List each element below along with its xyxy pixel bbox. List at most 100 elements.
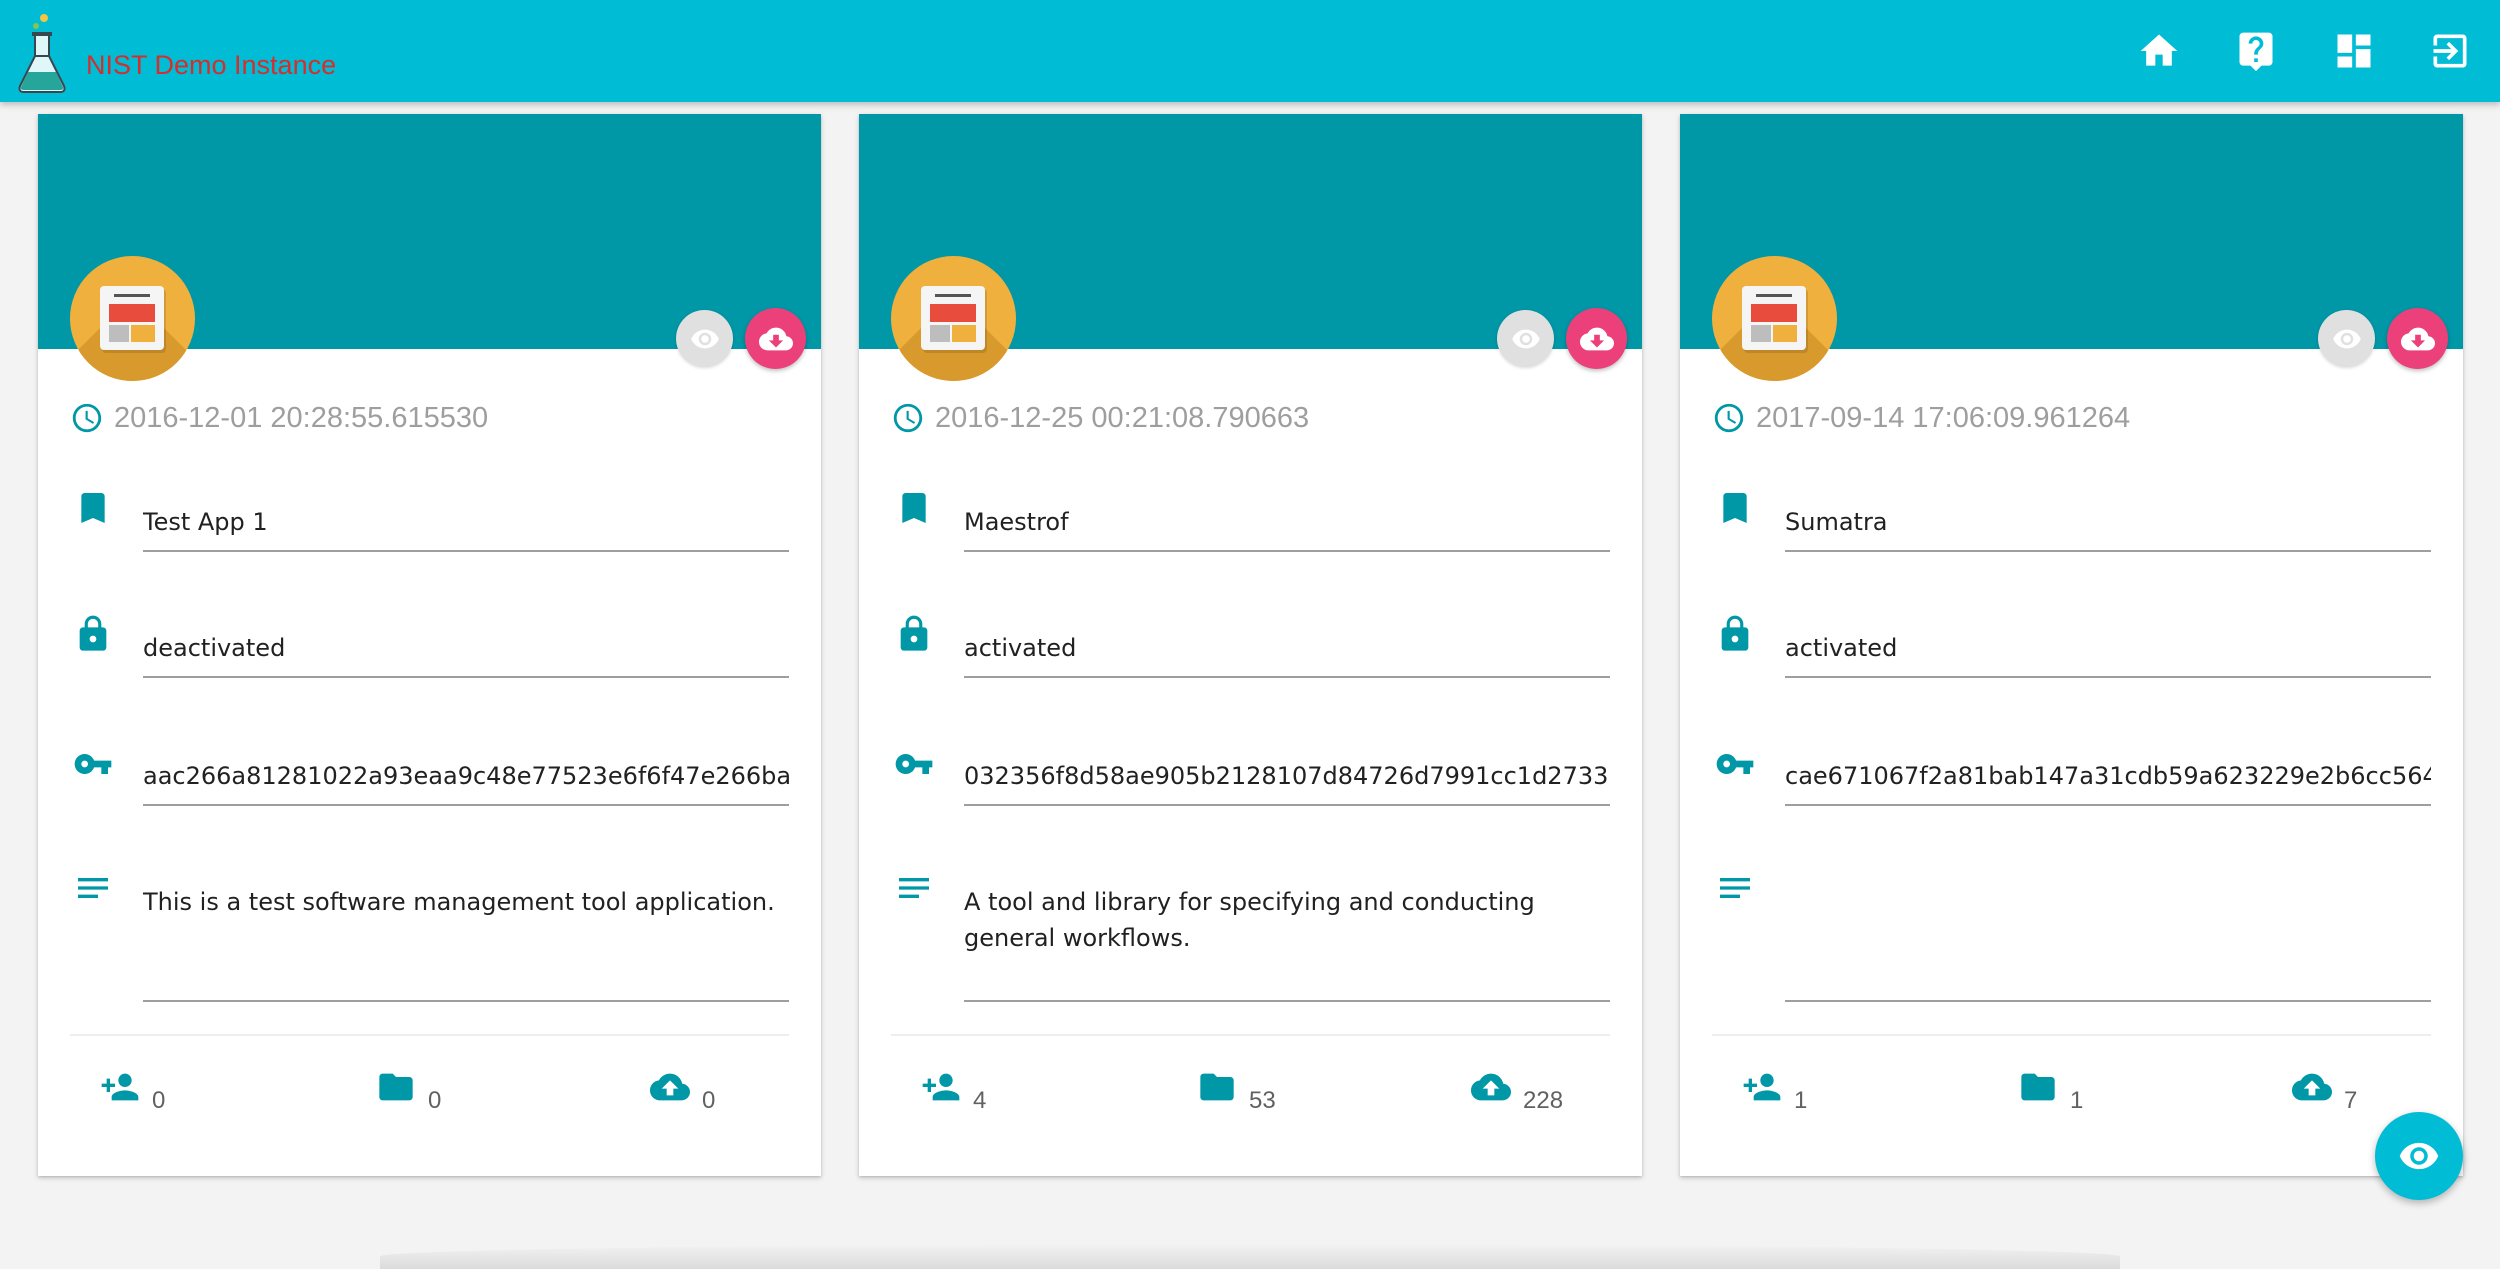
folders-stat: 1	[2018, 1067, 2083, 1114]
cloud-download-icon	[2401, 322, 2435, 356]
group-add-icon	[1742, 1067, 1782, 1107]
folders-stat: 53	[1197, 1067, 1276, 1114]
description-field[interactable]: This is a test software management tool …	[143, 884, 789, 1002]
timestamp-row: 2017-09-14 17:06:09.961264	[1712, 398, 2130, 438]
users-count: 4	[973, 1087, 987, 1114]
cloud-download-icon	[1580, 322, 1614, 356]
key-icon	[73, 744, 113, 784]
floating-view-button[interactable]	[2375, 1112, 2463, 1200]
name-field[interactable]: Maestrof	[964, 504, 1610, 552]
timestamp: 2016-12-01 20:28:55.615530	[114, 401, 489, 434]
key-icon	[894, 744, 934, 784]
app-window-icon	[1742, 286, 1806, 350]
divider	[70, 1034, 789, 1036]
lock-icon	[894, 614, 934, 654]
eye-icon	[1511, 324, 1541, 354]
key-field[interactable]: cae671067f2a81bab147a31cdb59a623229e2b6c…	[1785, 758, 2431, 806]
app-avatar	[70, 256, 195, 381]
dashboard-button[interactable]	[2325, 22, 2383, 80]
notes-icon	[73, 868, 113, 908]
key-value: aac266a81281022a93eaa9c48e77523e6f6f47e2…	[143, 762, 789, 790]
lock-icon	[1715, 614, 1755, 654]
logout-icon	[2428, 29, 2472, 73]
bookmark-icon	[73, 488, 113, 528]
eye-icon	[690, 324, 720, 354]
uploads-stat: 0	[650, 1067, 715, 1114]
uploads-stat: 228	[1471, 1067, 1563, 1114]
description-value: This is a test software management tool …	[143, 888, 775, 916]
name-value: Test App 1	[143, 508, 268, 536]
status-value: activated	[1785, 634, 1898, 662]
clock-icon	[1712, 401, 1746, 435]
bookmark-icon	[894, 488, 934, 528]
users-count: 1	[1794, 1087, 1808, 1114]
help-icon	[2234, 29, 2278, 73]
cloud-download-icon	[759, 322, 793, 356]
clock-icon	[70, 401, 104, 435]
folder-icon	[376, 1067, 416, 1107]
help-button[interactable]	[2227, 22, 2285, 80]
timestamp: 2017-09-14 17:06:09.961264	[1756, 401, 2131, 434]
logout-button[interactable]	[2421, 22, 2479, 80]
home-button[interactable]	[2130, 22, 2188, 80]
app-window-icon	[100, 286, 164, 350]
home-icon	[2137, 29, 2181, 73]
description-field[interactable]: A tool and library for specifying and co…	[964, 884, 1610, 1002]
status-field[interactable]: activated	[964, 630, 1610, 678]
view-button[interactable]	[2318, 310, 2375, 367]
app-card: 2017-09-14 17:06:09.961264 Sumatra activ…	[1680, 114, 2463, 1176]
cloud-upload-icon	[2292, 1067, 2332, 1107]
group-add-icon	[100, 1067, 140, 1107]
name-field[interactable]: Test App 1	[143, 504, 789, 552]
app-title: NIST Demo Instance	[86, 50, 337, 80]
download-button[interactable]	[1566, 308, 1627, 369]
key-field[interactable]: aac266a81281022a93eaa9c48e77523e6f6f47e2…	[143, 758, 789, 806]
status-value: deactivated	[143, 634, 286, 662]
name-value: Sumatra	[1785, 508, 1888, 536]
folder-icon	[1197, 1067, 1237, 1107]
flask-icon[interactable]	[14, 10, 70, 94]
lock-icon	[73, 614, 113, 654]
divider	[891, 1034, 1610, 1036]
app-card: 2016-12-25 00:21:08.790663 Maestrof acti…	[859, 114, 1642, 1176]
download-button[interactable]	[2387, 308, 2448, 369]
timestamp-row: 2016-12-25 00:21:08.790663	[891, 398, 1309, 438]
timestamp: 2016-12-25 00:21:08.790663	[935, 401, 1310, 434]
download-button[interactable]	[745, 308, 806, 369]
key-value: 032356f8d58ae905b2128107d84726d7991cc1d2…	[964, 762, 1610, 790]
users-stat: 0	[100, 1067, 165, 1114]
group-add-icon	[921, 1067, 961, 1107]
folders-count: 53	[1249, 1087, 1276, 1114]
bottom-edge-shadow	[380, 1244, 2120, 1269]
uploads-count: 0	[702, 1087, 716, 1114]
users-stat: 4	[921, 1067, 986, 1114]
key-value: cae671067f2a81bab147a31cdb59a623229e2b6c…	[1785, 762, 2431, 790]
app-window-icon	[921, 286, 985, 350]
key-icon	[1715, 744, 1755, 784]
status-field[interactable]: activated	[1785, 630, 2431, 678]
app-avatar	[891, 256, 1016, 381]
app-card: 2016-12-01 20:28:55.615530 Test App 1 de…	[38, 114, 821, 1176]
view-button[interactable]	[1497, 310, 1554, 367]
top-app-bar: NIST Demo Instance	[0, 0, 2500, 102]
cloud-upload-icon	[1471, 1067, 1511, 1107]
name-value: Maestrof	[964, 508, 1069, 536]
key-field[interactable]: 032356f8d58ae905b2128107d84726d7991cc1d2…	[964, 758, 1610, 806]
name-field[interactable]: Sumatra	[1785, 504, 2431, 552]
description-field[interactable]	[1785, 884, 2431, 1002]
cloud-upload-icon	[650, 1067, 690, 1107]
status-field[interactable]: deactivated	[143, 630, 789, 678]
description-value: A tool and library for specifying and co…	[964, 888, 1535, 952]
folders-count: 1	[2070, 1087, 2084, 1114]
view-button[interactable]	[676, 310, 733, 367]
uploads-stat: 7	[2292, 1067, 2357, 1114]
folders-count: 0	[428, 1087, 442, 1114]
timestamp-row: 2016-12-01 20:28:55.615530	[70, 398, 488, 438]
clock-icon	[891, 401, 925, 435]
eye-icon	[2398, 1135, 2440, 1177]
app-avatar	[1712, 256, 1837, 381]
uploads-count: 228	[1523, 1087, 1564, 1114]
users-count: 0	[152, 1087, 166, 1114]
divider	[1712, 1034, 2431, 1036]
dashboard-icon	[2332, 29, 2376, 73]
